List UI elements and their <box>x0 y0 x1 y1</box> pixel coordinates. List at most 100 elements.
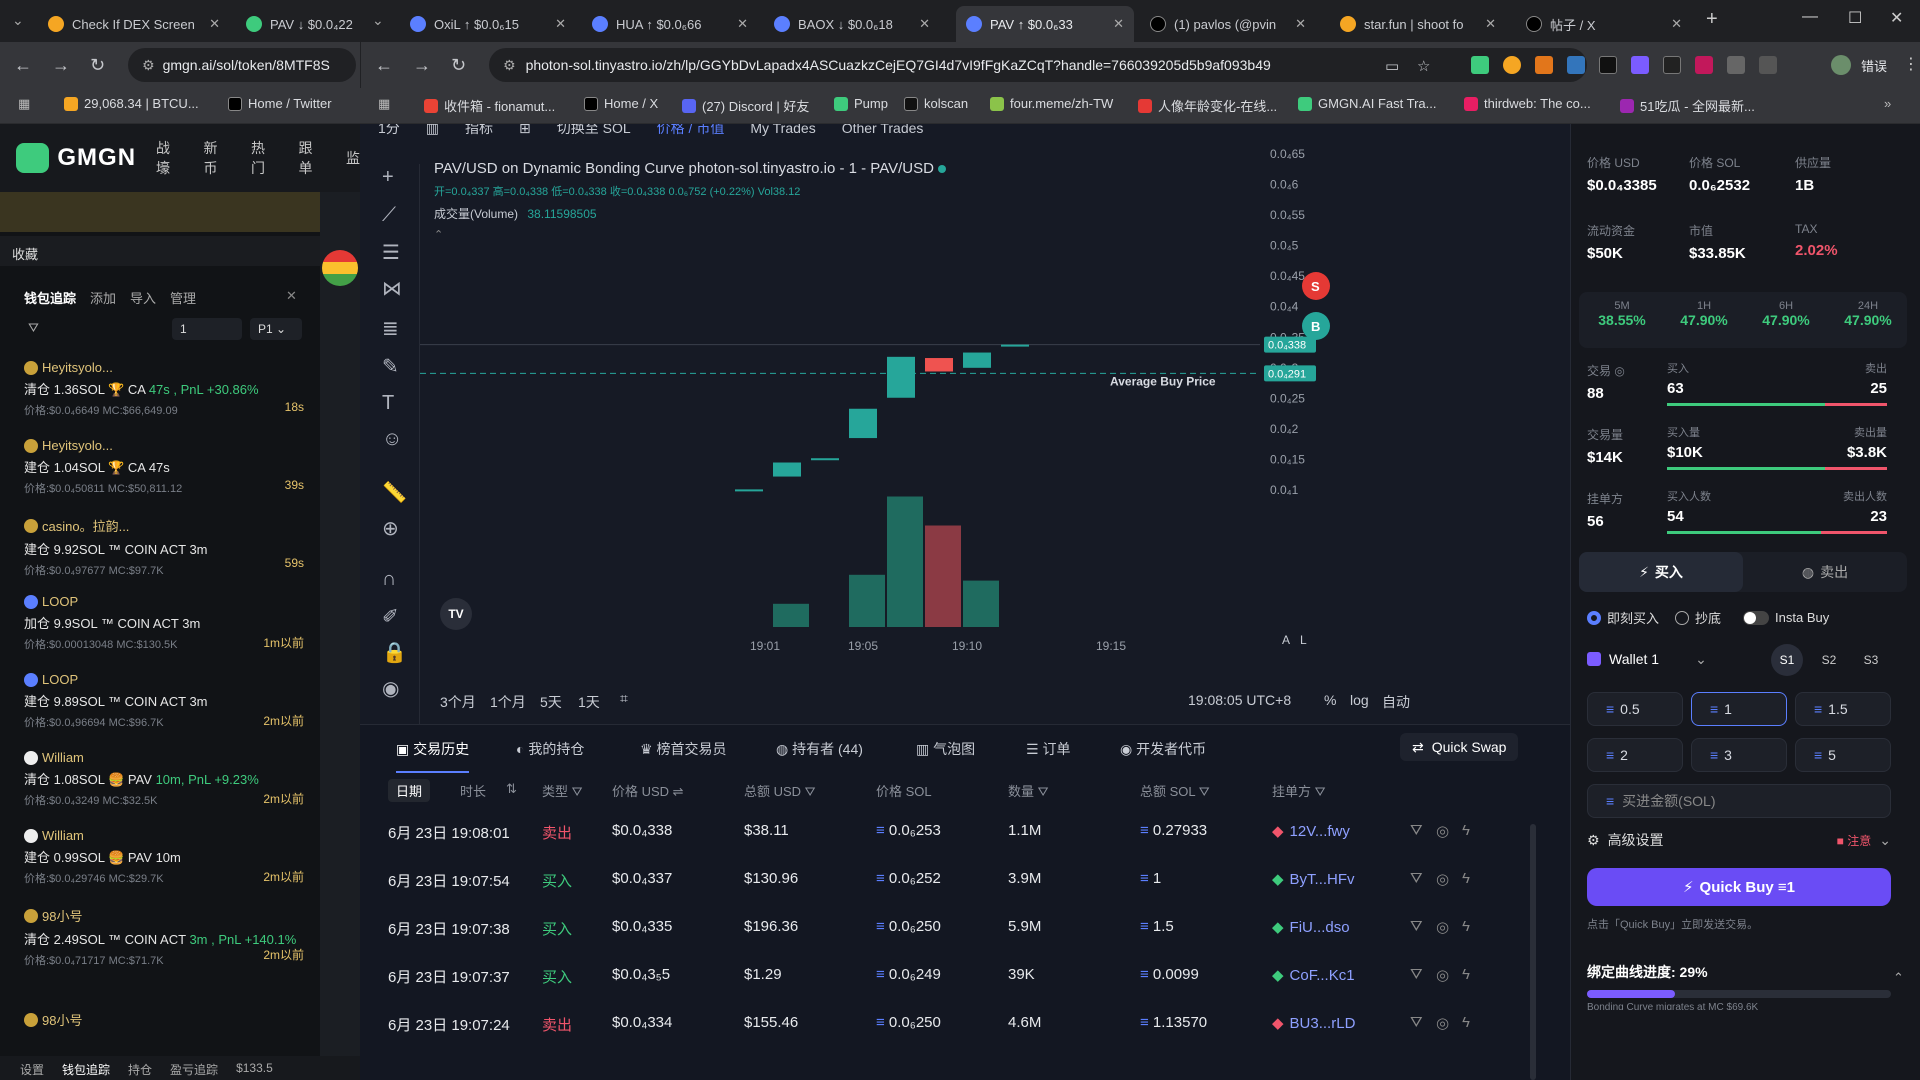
amount-0-5-button[interactable]: ≡ 0.5 <box>1587 692 1683 726</box>
candle-style-icon[interactable]: ▥ <box>426 124 439 138</box>
switch-sol-button[interactable]: 切换至 SOL <box>557 124 631 138</box>
close-icon[interactable]: ✕ <box>737 16 748 32</box>
pattern-icon[interactable]: ⋈ <box>382 276 402 301</box>
candle[interactable] <box>773 462 801 477</box>
eye-icon[interactable]: ◎ <box>1436 870 1449 888</box>
tab-my-positions[interactable]: ◐ 我的持仓 <box>516 739 584 759</box>
interval-button[interactable]: 1分 <box>378 124 400 138</box>
apps-grid-icon[interactable]: ▦ <box>18 96 30 112</box>
volume-bar[interactable] <box>773 603 809 627</box>
row-maker[interactable]: ◆ BU3...rLD <box>1272 1014 1355 1032</box>
amount-5-button[interactable]: ≡ 5 <box>1795 738 1891 772</box>
feed-item[interactable]: Heyitsyolo... 建仓 1.04SOL 🏆 CA 47s 价格:$0.… <box>24 438 304 496</box>
site-info-icon[interactable]: ⚙ <box>142 57 155 74</box>
url-input[interactable]: ⚙ gmgn.ai/sol/token/8MTF8S <box>128 48 356 82</box>
collapse-icon[interactable]: ⌃ <box>1893 970 1904 986</box>
quick-swap-button[interactable]: ⇄ Quick Swap <box>1400 733 1519 761</box>
new-tab-icon[interactable]: + <box>1706 8 1718 31</box>
browser-tab[interactable]: 帖子 / X ✕ <box>1516 6 1692 42</box>
sort-icon[interactable]: ⇅ <box>506 781 517 797</box>
candle[interactable] <box>735 489 763 492</box>
bookmark-item[interactable]: kolscan <box>904 96 968 111</box>
eye-icon[interactable]: ◎ <box>1436 966 1449 984</box>
col-date[interactable]: 日期 <box>388 779 431 802</box>
settings-link[interactable]: 设置 <box>20 1061 44 1077</box>
date-range-icon[interactable]: ⌗ <box>620 690 628 707</box>
reload-icon[interactable]: ↻ <box>451 55 466 76</box>
other-trades-button[interactable]: Other Trades <box>842 124 924 138</box>
lightning-icon[interactable]: ϟ <box>1462 822 1470 839</box>
bookmark-item[interactable]: four.meme/zh-TW <box>990 96 1113 111</box>
chart-clock[interactable]: 19:08:05 UTC+8 <box>1188 692 1291 708</box>
window-close-icon[interactable]: ✕ <box>1890 8 1903 28</box>
bookmark-item[interactable]: Pump <box>834 96 888 111</box>
close-icon[interactable]: ✕ <box>286 288 297 304</box>
filter-icon[interactable]: ⛛ <box>28 320 39 336</box>
amount-input[interactable]: ≡ 买进金额(SOL) <box>1587 784 1891 818</box>
feed-item[interactable]: LOOP 建仓 9.89SOL ™ COIN ACT 3m 价格:$0.0₄96… <box>24 672 304 730</box>
wallet-track-link[interactable]: 钱包追踪 <box>62 1061 110 1077</box>
bookmark-item[interactable]: Home / X <box>584 96 658 111</box>
browser-tab-active[interactable]: PAV ↑ $0.0₆33 ✕ <box>956 6 1134 42</box>
feed-item[interactable]: 98小号 清仓 2.49SOL ™ COIN ACT 3m , PnL +140… <box>24 906 304 968</box>
my-trades-button[interactable]: My Trades <box>750 124 815 138</box>
table-row[interactable]: 6月 23日 19:07:24 卖出 $0.0₄334 $155.46 ≡ 0.0₆25… <box>360 1000 1570 1048</box>
maximize-icon[interactable]: ☐ <box>1848 8 1862 28</box>
col-price-usd[interactable]: 价格 USD ⇌ <box>612 781 684 800</box>
nav-hot[interactable]: 热门 <box>251 138 278 178</box>
site-info-icon[interactable]: ⚙ <box>503 57 516 74</box>
token-avatar[interactable] <box>322 250 358 286</box>
close-icon[interactable]: ✕ <box>209 16 220 32</box>
forward-icon[interactable]: → <box>413 55 431 76</box>
col-total-usd[interactable]: 总额 USD ⛛ <box>744 781 816 800</box>
auto-scale-button[interactable]: A <box>1282 633 1290 647</box>
indicators-button[interactable]: 指标 <box>465 124 493 138</box>
lightning-icon[interactable]: ϟ <box>1462 966 1470 983</box>
slot-s3[interactable]: S3 <box>1855 644 1887 676</box>
browser-tab[interactable]: Check If DEX Screen ✕ <box>38 6 230 42</box>
extension-icon[interactable] <box>1599 56 1617 74</box>
profile-error-button[interactable]: 错误 <box>1861 56 1887 75</box>
row-maker[interactable]: ◆ FiU...dso <box>1272 918 1350 936</box>
candle[interactable] <box>1001 344 1029 347</box>
feed-item[interactable]: William 清仓 1.08SOL 🍔 PAV 10m, PnL +9.23%… <box>24 750 304 808</box>
ruler-icon[interactable]: 📏 <box>382 480 407 505</box>
lightning-icon[interactable]: ϟ <box>1462 870 1470 887</box>
feed-item[interactable]: LOOP 加仓 9.9SOL ™ COIN ACT 3m 价格:$0.00013… <box>24 594 304 652</box>
candle[interactable] <box>811 458 839 461</box>
volume-bar[interactable] <box>963 580 999 627</box>
table-row[interactable]: 6月 23日 19:07:54 买入 $0.0₄337 $130.96 ≡ 0.0₆25… <box>360 856 1570 904</box>
radio-instant[interactable] <box>1587 610 1601 625</box>
close-icon[interactable]: ✕ <box>555 16 566 32</box>
percent-toggle[interactable]: % <box>1324 692 1336 708</box>
magnet-icon[interactable]: ∩ <box>382 568 396 591</box>
nav-new[interactable]: 新币 <box>204 138 231 178</box>
row-maker[interactable]: ◆ 12V...fwy <box>1272 822 1350 840</box>
nav-copytrade[interactable]: 跟单 <box>299 138 326 178</box>
table-scrollbar[interactable] <box>1530 824 1536 1080</box>
close-icon[interactable]: ✕ <box>1485 16 1496 32</box>
eye-icon[interactable]: ◎ <box>1436 918 1449 936</box>
table-row[interactable]: 6月 23日 19:08:01 卖出 $0.0₄338 $38.11 ≡ 0.0₆253… <box>360 808 1570 856</box>
amount-1-button[interactable]: ≡ 1 <box>1691 692 1787 726</box>
insta-buy-toggle[interactable] <box>1743 610 1770 625</box>
lock-draw-icon[interactable]: ✐ <box>382 604 399 629</box>
log-toggle[interactable]: log <box>1350 692 1369 708</box>
candle[interactable] <box>925 358 953 372</box>
feed-item[interactable]: Heyitsyolo... 清仓 1.36SOL 🏆 CA 47s , PnL … <box>24 360 304 418</box>
close-icon[interactable]: ✕ <box>919 16 930 32</box>
log-scale-button[interactable]: L <box>1300 633 1307 647</box>
candle[interactable] <box>887 356 915 398</box>
pnl-link[interactable]: 盈亏追踪 <box>170 1061 218 1077</box>
price-chart[interactable]: 0.0₄650.0₄60.0₄550.0₄50.0₄450.0₄40.0₄350… <box>420 142 1570 662</box>
tab-import[interactable]: 导入 <box>130 288 156 307</box>
bookmarks-overflow-icon[interactable]: » <box>1884 96 1891 111</box>
text-icon[interactable]: T <box>382 392 394 415</box>
extension-icon[interactable] <box>1663 56 1681 74</box>
col-maker[interactable]: 挂单方 ⛛ <box>1272 781 1326 800</box>
bookmark-star-icon[interactable]: ☆ <box>1417 57 1430 75</box>
back-icon[interactable]: ← <box>375 55 393 76</box>
table-row[interactable]: 6月 23日 19:07:38 买入 $0.0₄335 $196.36 ≡ 0.0₆25… <box>360 904 1570 952</box>
eye-icon[interactable]: ◎ <box>1436 822 1449 840</box>
more-menu-icon[interactable]: ⋮ <box>1903 54 1919 74</box>
